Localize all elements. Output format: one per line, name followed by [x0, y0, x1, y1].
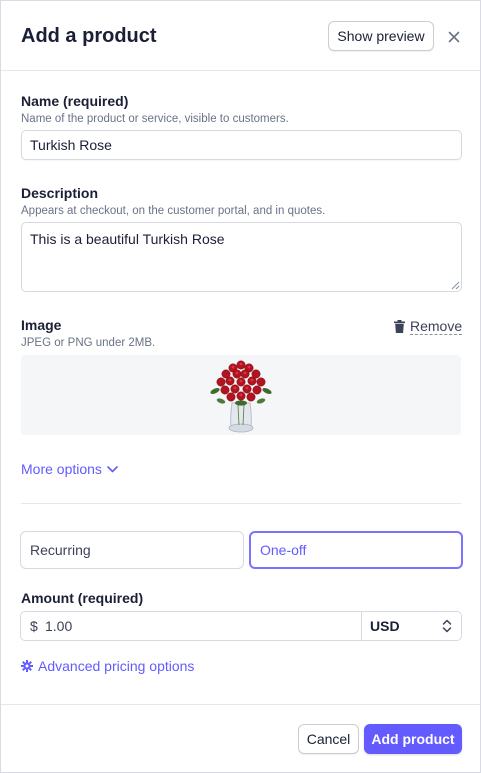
footer-divider — [1, 704, 480, 705]
name-input[interactable] — [21, 130, 462, 160]
chevron-down-icon — [107, 465, 118, 472]
advanced-pricing-label: Advanced pricing options — [38, 658, 195, 674]
name-help: Name of the product or service, visible … — [21, 113, 289, 125]
currency-symbol: $ — [30, 618, 38, 634]
remove-image-button[interactable]: Remove — [394, 318, 463, 335]
one-off-label: One-off — [260, 542, 307, 558]
close-icon[interactable] — [444, 27, 464, 47]
recurring-label: Recurring — [30, 542, 91, 558]
show-preview-button[interactable]: Show preview — [328, 21, 434, 51]
description-help: Appears at checkout, on the customer por… — [21, 205, 326, 217]
image-help: JPEG or PNG under 2MB. — [21, 337, 156, 349]
currency-select[interactable]: USD — [361, 612, 461, 640]
dialog-title: Add a product — [21, 25, 157, 47]
description-label: Description — [21, 185, 99, 201]
amount-field: $ USD — [20, 611, 462, 641]
amount-input[interactable] — [45, 612, 355, 640]
dialog-header: Add a product Show preview — [1, 1, 480, 71]
currency-value: USD — [370, 618, 400, 634]
rose-bouquet-image — [210, 360, 272, 433]
updown-chevron-icon — [442, 619, 452, 633]
advanced-pricing-link[interactable]: Advanced pricing options — [21, 658, 194, 674]
trash-icon — [394, 320, 405, 333]
add-product-dialog: Add a product Show preview Name (require… — [0, 0, 481, 773]
cancel-button[interactable]: Cancel — [298, 724, 359, 754]
name-label: Name (required) — [21, 93, 129, 109]
more-options-link[interactable]: More options — [21, 461, 118, 477]
add-product-button[interactable]: Add product — [364, 724, 462, 754]
recurring-option[interactable]: Recurring — [20, 531, 244, 569]
description-textarea[interactable]: This is a beautiful Turkish Rose — [21, 222, 462, 292]
one-off-option[interactable]: One-off — [249, 531, 463, 569]
image-label: Image — [21, 317, 62, 333]
amount-label: Amount (required) — [21, 590, 144, 606]
image-preview-area[interactable] — [21, 355, 461, 435]
gear-icon — [21, 660, 33, 672]
remove-label: Remove — [410, 318, 463, 335]
resize-grip-icon[interactable] — [451, 281, 460, 290]
section-divider — [21, 503, 461, 504]
more-options-label: More options — [21, 461, 102, 477]
